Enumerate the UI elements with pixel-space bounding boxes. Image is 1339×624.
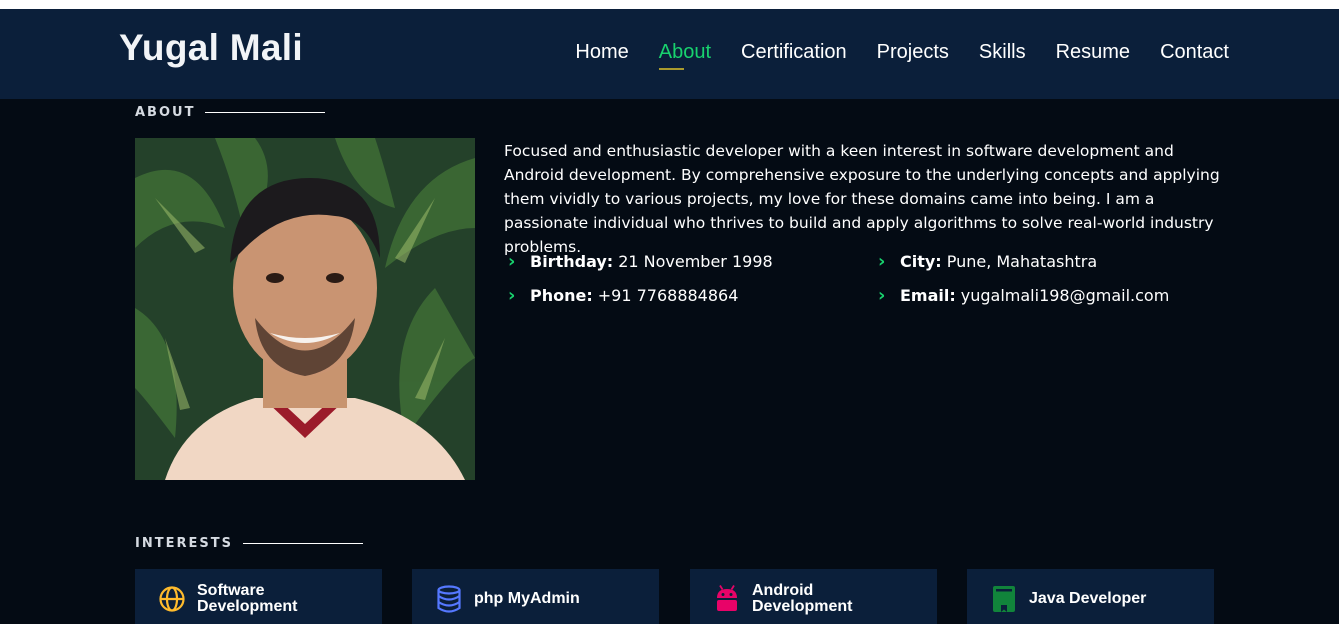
main-nav: Home About Certification Projects Skills… [545,41,1229,70]
android-icon [712,584,742,614]
fact-city: › City: Pune, Mahatashtra [878,251,1097,272]
interest-label: php MyAdmin [474,590,580,607]
fact-value: +91 7768884864 [597,286,739,305]
interests-heading-text: INTERESTS [135,536,233,551]
top-strip [0,0,1339,9]
fact-value[interactable]: yugalmali198@gmail.com [961,286,1170,305]
fact-birthday: › Birthday: 21 November 1998 [508,251,773,272]
site-header: Yugal Mali Home About Certification Proj… [0,9,1339,99]
interest-label: Java Developer [1029,590,1147,607]
nav-about[interactable]: About [658,41,711,70]
interests-grid: Software Development php MyAdmin Android… [135,569,1215,624]
heading-divider [242,543,363,544]
nav-skills[interactable]: Skills [979,41,1026,70]
nav-home[interactable]: Home [575,41,628,70]
fact-key: Email: [900,286,956,305]
fact-value: Pune, Mahatashtra [946,252,1098,271]
fact-email: › Email: yugalmali198@gmail.com [878,285,1169,306]
interest-card-phpmyadmin[interactable]: php MyAdmin [412,569,659,624]
about-heading-text: ABOUT [135,105,196,120]
interests-heading: INTERESTS [135,536,363,551]
heading-divider [205,112,326,113]
interest-card-software[interactable]: Software Development [135,569,382,624]
site-logo[interactable]: Yugal Mali [119,27,303,69]
fact-value: 21 November 1998 [618,252,773,271]
chevron-right-icon: › [508,251,516,272]
chevron-right-icon: › [508,285,516,306]
database-icon [434,584,464,614]
about-heading: ABOUT [135,105,326,120]
book-icon [989,584,1019,614]
interest-label: Software Development [197,582,298,615]
fact-key: Phone: [530,286,593,305]
fact-key: Birthday: [530,252,614,271]
interest-label: Android Development [752,582,853,615]
interest-card-android[interactable]: Android Development [690,569,937,624]
fact-phone: › Phone: +91 7768884864 [508,285,738,306]
nav-resume[interactable]: Resume [1056,41,1130,70]
interest-card-java[interactable]: Java Developer [967,569,1214,624]
profile-photo [135,138,475,480]
chevron-right-icon: › [878,285,886,306]
fact-key: City: [900,252,942,271]
nav-projects[interactable]: Projects [877,41,949,70]
nav-contact[interactable]: Contact [1160,41,1229,70]
chevron-right-icon: › [878,251,886,272]
nav-certification[interactable]: Certification [741,41,847,70]
globe-icon [157,584,187,614]
about-bio: Focused and enthusiastic developer with … [504,142,1220,256]
